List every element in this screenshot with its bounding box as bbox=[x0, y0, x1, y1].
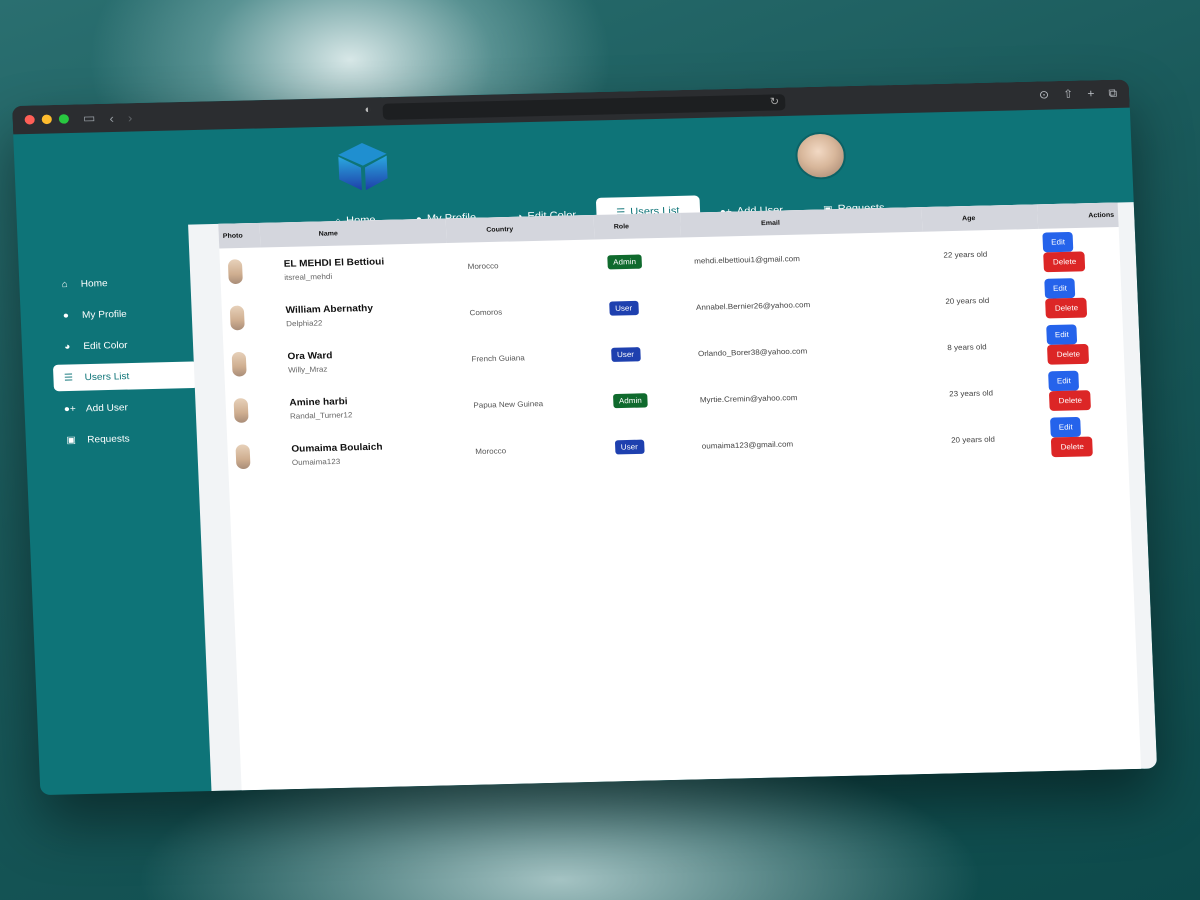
user-country: French Guiana bbox=[471, 353, 525, 363]
user-email: mehdi.elbettioui1@gmail.com bbox=[693, 253, 801, 266]
role-badge: Admin bbox=[606, 254, 643, 270]
user-username: Willy_Mraz bbox=[287, 364, 328, 374]
user-photo bbox=[229, 305, 245, 330]
edit-button[interactable]: Edit bbox=[1050, 416, 1082, 437]
tabs-icon[interactable]: ⧉ bbox=[1108, 86, 1117, 100]
user-age: 23 years old bbox=[948, 388, 994, 398]
user-name: William Abernathy bbox=[285, 302, 374, 316]
user-country: Morocco bbox=[467, 261, 499, 271]
role-badge: Admin bbox=[612, 393, 649, 409]
user-username: itsreal_mehdi bbox=[284, 271, 333, 282]
role-badge: User bbox=[614, 439, 645, 455]
close-window-button[interactable] bbox=[24, 114, 35, 125]
delete-button[interactable]: Delete bbox=[1045, 297, 1088, 319]
user-photo bbox=[231, 351, 247, 377]
sidebar-item-label: Users List bbox=[84, 371, 130, 383]
users-panel: Photo Name Country Role Email Age Action… bbox=[218, 202, 1142, 791]
sidebar-item-label: Home bbox=[80, 278, 108, 290]
user-age: 20 years old bbox=[950, 434, 996, 445]
browser-window: ▭ ‹ › ◐ ↻ ⊙ ⇧ + ⧉ ⌂Home ●My Profil bbox=[12, 79, 1158, 796]
edit-button[interactable]: Edit bbox=[1048, 370, 1080, 391]
sidebar-item-requests[interactable]: ▣ Requests bbox=[55, 424, 201, 454]
reload-icon[interactable]: ↻ bbox=[770, 95, 780, 108]
app-logo bbox=[338, 143, 388, 191]
shield-icon: ◐ bbox=[364, 104, 372, 116]
user-email: Myrtie.Cremin@yahoo.com bbox=[699, 392, 798, 404]
window-controls bbox=[24, 114, 70, 125]
users-table: Photo Name Country Role Email Age Action… bbox=[218, 202, 1128, 479]
user-country: Papua New Guinea bbox=[473, 399, 544, 410]
user-username: Randal_Turner12 bbox=[289, 410, 353, 421]
user-email: Orlando_Borer38@yahoo.com bbox=[697, 346, 808, 358]
user-username: Oumaima123 bbox=[291, 456, 341, 467]
edit-button[interactable]: Edit bbox=[1046, 323, 1078, 345]
maximize-window-button[interactable] bbox=[58, 114, 70, 124]
role-badge: User bbox=[610, 347, 641, 362]
user-name: Oumaima Boulaich bbox=[291, 441, 383, 455]
badge-icon: ▣ bbox=[66, 434, 77, 446]
column-header-age: Age bbox=[961, 214, 976, 222]
user-age: 22 years old bbox=[943, 249, 988, 260]
list-icon: ☰ bbox=[63, 372, 74, 384]
delete-button[interactable]: Delete bbox=[1049, 389, 1092, 411]
user-photo bbox=[227, 258, 243, 284]
edit-button[interactable]: Edit bbox=[1044, 277, 1076, 299]
user-photo bbox=[233, 397, 249, 423]
new-tab-icon[interactable]: + bbox=[1087, 87, 1095, 101]
column-header-photo: Photo bbox=[222, 232, 243, 240]
sidebar-item-users-list[interactable]: ☰ Users List bbox=[52, 361, 199, 392]
user-username: Delphia22 bbox=[285, 318, 323, 328]
user-name: Ora Ward bbox=[287, 350, 333, 362]
sidebar-item-edit-color[interactable]: ◕ Edit Color bbox=[52, 330, 198, 360]
download-icon[interactable]: ⊙ bbox=[1039, 88, 1050, 102]
role-badge: User bbox=[608, 300, 639, 316]
sidebar-item-label: Add User bbox=[85, 402, 129, 414]
sidebar-item-add-user[interactable]: ●+ Add User bbox=[54, 393, 200, 423]
home-icon: ⌂ bbox=[61, 279, 68, 290]
minimize-window-button[interactable] bbox=[41, 114, 53, 125]
back-icon[interactable]: ‹ bbox=[109, 111, 114, 125]
user-name: EL MEHDI El Bettioui bbox=[283, 256, 385, 270]
sidebar-item-my-profile[interactable]: ● My Profile bbox=[50, 299, 196, 329]
user-country: Morocco bbox=[475, 446, 507, 456]
column-header-role: Role bbox=[613, 223, 630, 231]
delete-button[interactable]: Delete bbox=[1051, 435, 1094, 457]
profile-avatar[interactable] bbox=[794, 131, 847, 180]
user-photo bbox=[235, 443, 251, 469]
user-age: 8 years old bbox=[947, 342, 987, 352]
forward-icon[interactable]: › bbox=[128, 110, 133, 124]
column-header-actions: Actions bbox=[1088, 211, 1115, 219]
delete-button[interactable]: Delete bbox=[1043, 250, 1086, 272]
main-content: Photo Name Country Role Email Age Action… bbox=[188, 202, 1158, 792]
user-icon: ● bbox=[62, 310, 70, 321]
address-bar[interactable]: ↻ bbox=[382, 94, 786, 120]
sidebar-item-label: My Profile bbox=[81, 308, 127, 321]
browser-actions: ⊙ ⇧ + ⧉ bbox=[1039, 86, 1118, 102]
user-name: Amine harbi bbox=[289, 396, 348, 408]
user-country: Comoros bbox=[469, 307, 503, 317]
column-header-country: Country bbox=[486, 225, 514, 234]
user-email: Annabel.Bernier26@yahoo.com bbox=[695, 300, 811, 312]
sidebar: ⌂ Home ● My Profile ◕ Edit Color ☰ Users Lis… bbox=[19, 268, 208, 459]
share-icon[interactable]: ⇧ bbox=[1063, 87, 1074, 101]
delete-button[interactable]: Delete bbox=[1047, 343, 1090, 365]
app: ⌂ Home ● My Profile ◕ Edit Color ☰ Users Lis… bbox=[13, 108, 1158, 795]
sidebar-toggle-icon[interactable]: ▭ bbox=[83, 111, 96, 126]
edit-button[interactable]: Edit bbox=[1042, 231, 1074, 252]
user-age: 20 years old bbox=[945, 295, 990, 306]
palette-icon: ◕ bbox=[63, 341, 71, 352]
sidebar-item-label: Requests bbox=[86, 433, 130, 445]
user-plus-icon: ●+ bbox=[63, 403, 77, 415]
sidebar-item-home[interactable]: ⌂ Home bbox=[49, 268, 195, 298]
sidebar-item-label: Edit Color bbox=[83, 339, 128, 352]
user-email: oumaima123@gmail.com bbox=[701, 439, 794, 451]
